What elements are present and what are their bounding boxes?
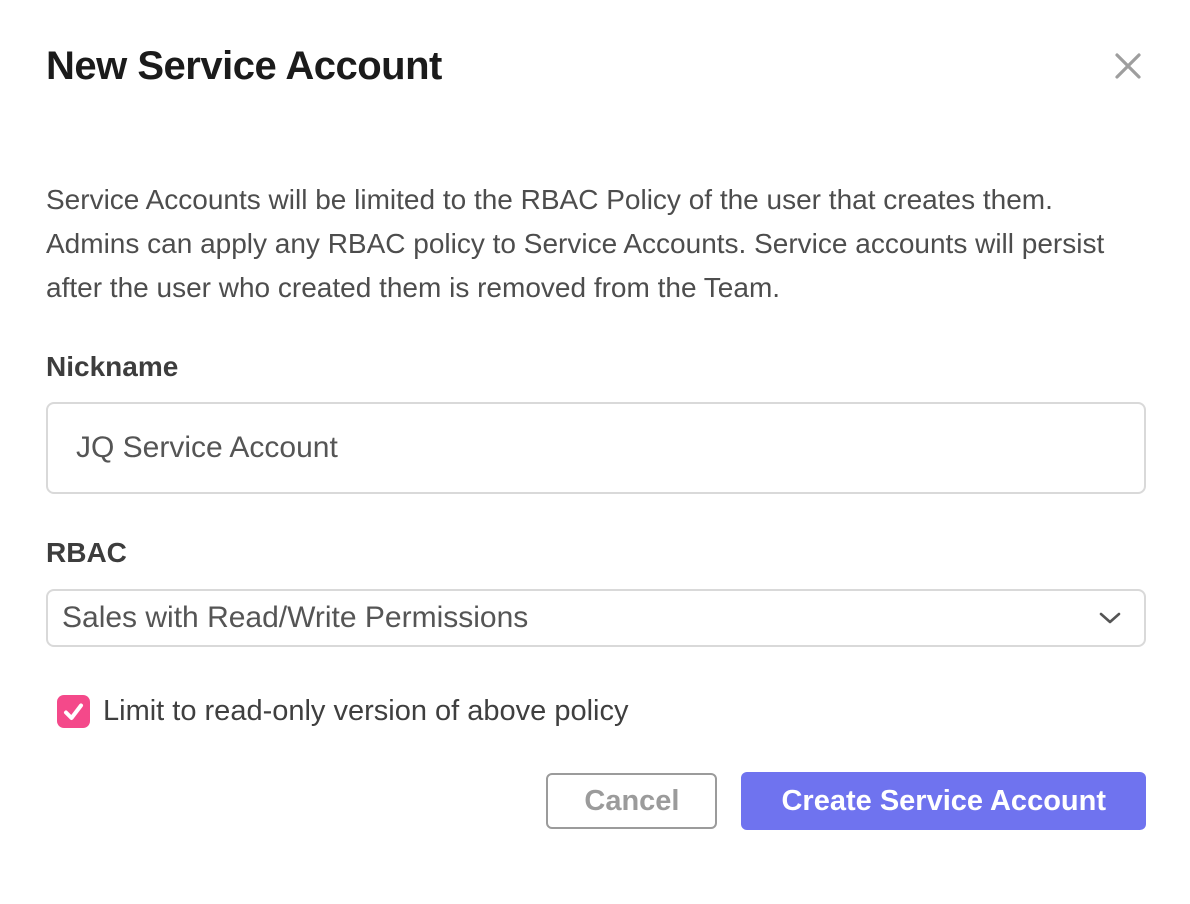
- rbac-select[interactable]: Sales with Read/Write Permissions: [46, 589, 1146, 647]
- rbac-label: RBAC: [46, 536, 1146, 570]
- create-service-account-button[interactable]: Create Service Account: [741, 772, 1146, 830]
- modal-footer: Cancel Create Service Account: [46, 772, 1146, 830]
- read-only-checkbox[interactable]: [57, 695, 90, 728]
- new-service-account-modal: New Service Account Service Accounts wil…: [0, 0, 1190, 904]
- nickname-label: Nickname: [46, 350, 1146, 384]
- read-only-checkbox-label[interactable]: Limit to read-only version of above poli…: [103, 695, 628, 728]
- cancel-button[interactable]: Cancel: [546, 773, 717, 829]
- x-icon: [1111, 49, 1145, 83]
- checkmark-icon: [61, 699, 86, 724]
- rbac-selected-option: Sales with Read/Write Permissions: [62, 601, 528, 635]
- chevron-down-icon: [1098, 611, 1122, 625]
- nickname-input[interactable]: [46, 402, 1146, 494]
- page-title: New Service Account: [46, 0, 1146, 90]
- read-only-checkbox-row[interactable]: Limit to read-only version of above poli…: [46, 695, 1146, 728]
- close-button[interactable]: [1106, 44, 1150, 88]
- modal-description: Service Accounts will be limited to the …: [46, 178, 1146, 310]
